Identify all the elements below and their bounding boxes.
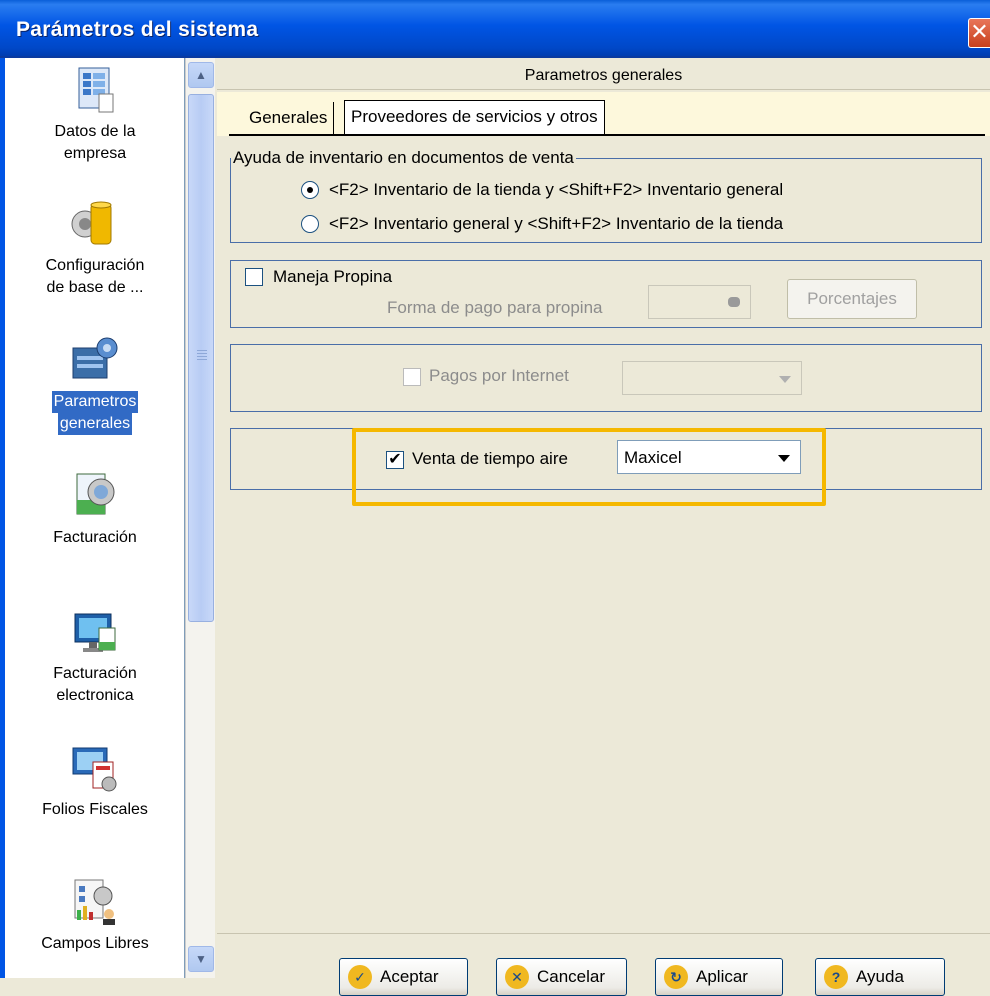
payment-method-combo <box>648 285 751 319</box>
sidebar-label: empresa <box>63 145 127 162</box>
accept-button[interactable]: ✓ Aceptar <box>339 958 468 996</box>
sidebar-item-facturacion-electronica[interactable]: Facturación electronica <box>5 606 184 707</box>
internet-payments-label: Pagos por Internet <box>429 366 569 385</box>
close-icon: ✕ <box>970 19 989 44</box>
internet-payments-combo <box>622 361 802 395</box>
check-icon: ✓ <box>348 965 372 989</box>
grip-icon <box>197 350 207 362</box>
sidebar-label: Configuración <box>45 257 145 274</box>
main-panel: Parametros generales Generales Proveedor… <box>217 58 990 996</box>
sidebar-scrollbar[interactable]: ▲ ▼ <box>185 58 215 978</box>
cancel-icon: ✕ <box>505 965 529 989</box>
custom-fields-icon <box>74 879 115 925</box>
sidebar-label: de base de ... <box>46 279 144 296</box>
radio-label: <F2> Inventario de la tienda y <Shift+F2… <box>329 180 784 199</box>
radio-general-inventory[interactable] <box>301 215 319 233</box>
radio-store-inventory[interactable] <box>301 181 319 199</box>
sidebar-label: Campos Libres <box>41 935 149 952</box>
cancel-button[interactable]: ✕ Cancelar <box>496 958 627 996</box>
footer: ✓ Aceptar ✕ Cancelar ↻ Aplicar ? Ayuda <box>217 933 990 996</box>
panel-title: Parametros generales <box>217 62 990 90</box>
internet-payments-group: Pagos por Internet <box>230 344 982 412</box>
radio-label: <F2> Inventario general y <Shift+F2> Inv… <box>329 214 784 233</box>
refresh-icon: ↻ <box>664 965 688 989</box>
database-icon <box>71 201 112 245</box>
scroll-down-button[interactable]: ▼ <box>188 946 214 972</box>
tip-label: Maneja Propina <box>273 267 393 286</box>
sidebar-label: Parametros <box>51 391 139 413</box>
sidebar-label: generales <box>57 413 133 435</box>
title-bar: Parámetros del sistema ✕ <box>0 0 990 58</box>
tab-divider <box>229 134 985 136</box>
sidebar-label: Facturación <box>53 665 137 682</box>
sidebar-item-parametros-generales[interactable]: Parametros generales <box>5 334 184 435</box>
sidebar-label: Facturación <box>53 529 137 546</box>
e-invoice-icon <box>74 613 116 652</box>
scroll-up-button[interactable]: ▲ <box>188 62 214 88</box>
tip-group: Maneja Propina Forma de pago para propin… <box>230 260 982 328</box>
help-icon: ? <box>824 965 848 989</box>
highlight-box <box>352 428 826 506</box>
sidebar-item-datos-empresa[interactable]: Datos de la empresa <box>5 64 184 165</box>
percentages-button: Porcentajes <box>787 279 917 319</box>
tip-checkbox[interactable] <box>245 268 263 286</box>
tab-generales[interactable]: Generales <box>243 102 335 134</box>
inventory-group: Ayuda de inventario en documentos de ven… <box>230 148 982 243</box>
apply-button[interactable]: ↻ Aplicar <box>655 958 783 996</box>
group-legend: Ayuda de inventario en documentos de ven… <box>231 148 576 168</box>
payment-method-label: Forma de pago para propina <box>387 298 603 317</box>
sidebar-label: Folios Fiscales <box>42 801 148 818</box>
params-icon <box>72 337 118 379</box>
sidebar-item-facturacion[interactable]: Facturación <box>5 470 184 549</box>
chevron-down-icon: ▼ <box>195 952 207 966</box>
spreadsheet-icon <box>78 67 114 113</box>
scrollbar-thumb[interactable] <box>188 94 214 622</box>
tab-proveedores[interactable]: Proveedores de servicios y otros <box>344 100 605 136</box>
sidebar-item-folios-fiscales[interactable]: Folios Fiscales <box>5 742 184 821</box>
close-button[interactable]: ✕ <box>968 18 990 48</box>
invoice-icon <box>76 473 115 515</box>
lookup-icon <box>728 297 740 307</box>
sidebar-label: Datos de la <box>54 123 136 140</box>
internet-payments-checkbox <box>403 368 421 386</box>
chevron-down-icon <box>779 376 791 383</box>
fiscal-folios-icon <box>72 747 117 792</box>
window-title: Parámetros del sistema <box>16 18 259 41</box>
sidebar-label: electronica <box>56 687 134 704</box>
sidebar-item-config-db[interactable]: Configuración de base de ... <box>5 198 184 299</box>
help-button[interactable]: ? Ayuda <box>815 958 945 996</box>
sidebar-item-campos-libres[interactable]: Campos Libres <box>5 876 184 955</box>
sidebar: Datos de la empresa Configuración de bas… <box>5 58 185 978</box>
chevron-up-icon: ▲ <box>195 68 207 82</box>
